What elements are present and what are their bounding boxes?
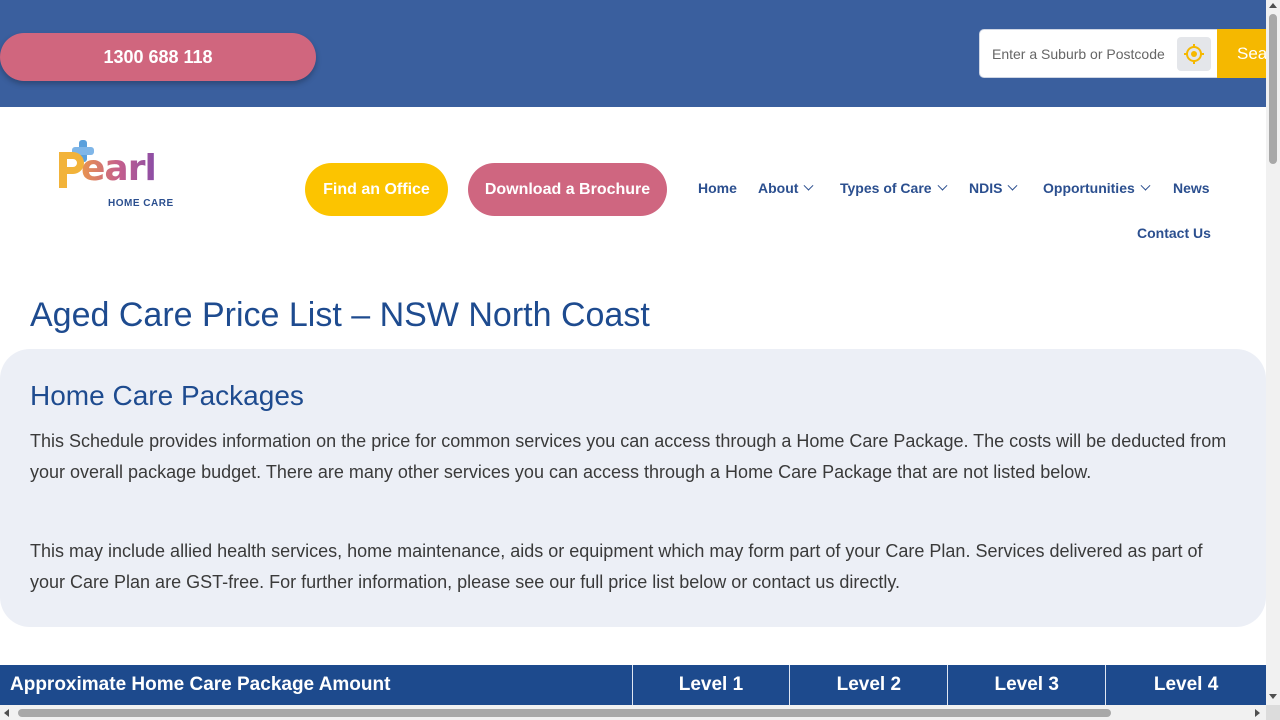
nav-opportunities[interactable]: Opportunities (1043, 180, 1151, 196)
vertical-scroll-thumb[interactable] (1269, 14, 1277, 164)
vertical-scrollbar[interactable] (1266, 0, 1280, 705)
table-header-cell: Level 3 (948, 665, 1107, 705)
horizontal-scroll-thumb[interactable] (18, 709, 1111, 717)
nav-types-of-care[interactable]: Types of Care (840, 180, 947, 196)
nav-news[interactable]: News (1173, 180, 1210, 196)
pearl-home-care-logo[interactable]: earl HOME CARE (57, 140, 177, 210)
nav-about[interactable]: About (758, 180, 814, 196)
scrollbar-corner (1266, 705, 1280, 720)
price-table-header: Approximate Home Care Package Amount Lev… (0, 665, 1266, 705)
locate-me-button[interactable] (1177, 37, 1211, 71)
nav-ndis[interactable]: NDIS (969, 180, 1018, 196)
table-header-cell: Level 2 (790, 665, 949, 705)
scroll-up-arrow-icon[interactable] (1269, 3, 1277, 8)
chevron-down-icon (803, 180, 814, 191)
intro-paragraph: This Schedule provides information on th… (30, 431, 1227, 482)
nav-contact-us[interactable]: Contact Us (1137, 225, 1211, 241)
page-title: Aged Care Price List – NSW North Coast (30, 296, 650, 334)
section-title: Home Care Packages (30, 380, 304, 411)
location-search: Search (979, 29, 1266, 78)
scroll-down-arrow-icon[interactable] (1269, 694, 1277, 699)
table-header-cell: Level 4 (1153, 674, 1219, 695)
logo-subtitle: HOME CARE (108, 198, 174, 209)
table-header-cell: Level 1 (633, 665, 791, 705)
crosshair-location-icon (1184, 44, 1204, 64)
top-bar: 1300 688 118 Search (0, 0, 1266, 107)
find-office-button[interactable]: Find an Office (305, 163, 448, 216)
chevron-down-icon (937, 180, 947, 191)
search-button[interactable]: Search (1217, 29, 1266, 78)
table-header-cell: Approximate Home Care Package Amount (0, 665, 633, 705)
nav-home[interactable]: Home (698, 180, 737, 196)
horizontal-scrollbar[interactable] (0, 705, 1266, 720)
scroll-left-arrow-icon[interactable] (4, 709, 9, 717)
download-brochure-button[interactable]: Download a Brochure (468, 163, 667, 216)
logo-wordmark: earl (81, 148, 157, 189)
info-paragraph: This may include allied health services,… (30, 541, 1203, 592)
scroll-right-arrow-icon[interactable] (1255, 709, 1260, 717)
phone-button[interactable]: 1300 688 118 (0, 33, 316, 81)
chevron-down-icon (1008, 180, 1018, 191)
chevron-down-icon (1140, 180, 1151, 191)
